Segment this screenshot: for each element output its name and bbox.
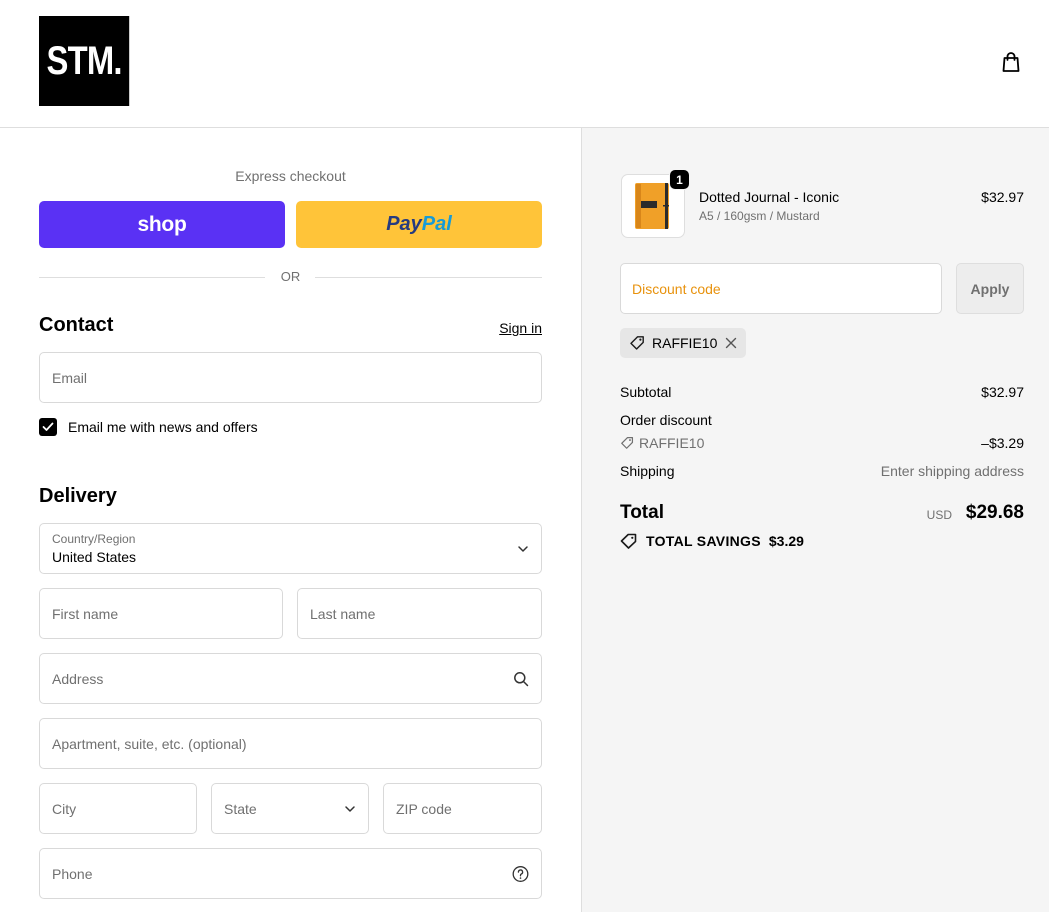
applied-code-label: RAFFIE10 — [652, 335, 718, 351]
last-name-field[interactable]: Last name — [297, 588, 542, 639]
order-summary-column: 1 Dotted Journal - Iconic A5 / 160gsm / … — [581, 128, 1049, 912]
total-value: $29.68 — [965, 502, 1024, 523]
cart-button[interactable] — [998, 49, 1024, 75]
applied-discount-tag: RAFFIE10 — [620, 328, 747, 358]
phone-placeholder: Phone — [52, 865, 93, 882]
discount-code-label: RAFFIE10 — [639, 435, 705, 451]
first-name-field[interactable]: First name — [39, 588, 283, 639]
checkmark-icon — [42, 422, 54, 431]
state-select[interactable]: State — [211, 783, 369, 834]
discount-value: –$3.29 — [981, 435, 1024, 451]
order-discount-row: Order discount — [620, 412, 1024, 428]
zip-field[interactable]: ZIP code — [383, 783, 542, 834]
chevron-down-icon — [517, 545, 529, 553]
contact-title: Contact — [39, 314, 114, 336]
email-field[interactable]: Email — [39, 352, 542, 403]
subtotal-row: Subtotal $32.97 — [620, 384, 1024, 400]
chevron-down-icon — [344, 805, 356, 813]
state-placeholder: State — [224, 800, 257, 817]
search-icon[interactable] — [513, 671, 529, 687]
subtotal-value: $32.97 — [981, 384, 1024, 400]
sign-in-link[interactable]: Sign in — [470, 320, 542, 336]
shop-pay-button[interactable]: shop — [39, 201, 285, 248]
tag-icon — [630, 336, 644, 350]
shopping-bag-icon — [1002, 52, 1020, 72]
city-placeholder: City — [52, 800, 77, 817]
total-savings-label: TOTAL SAVINGS — [646, 533, 761, 549]
express-checkout-title: Express checkout — [235, 168, 346, 184]
total-row: Total USD $29.68 — [620, 500, 1024, 528]
address-placeholder: Address — [52, 670, 104, 687]
shipping-label: Shipping — [620, 463, 675, 479]
product-name: Dotted Journal - Iconic — [699, 189, 840, 205]
store-logo[interactable]: STM. — [39, 16, 130, 106]
close-icon[interactable] — [725, 337, 737, 349]
phone-field[interactable]: Phone — [39, 848, 542, 899]
tag-icon — [621, 436, 634, 449]
paypal-button[interactable]: Pay Pal — [296, 201, 542, 248]
newsletter-checkbox-row[interactable]: Email me with news and offers — [39, 418, 258, 436]
apply-discount-button[interactable]: Apply — [956, 263, 1024, 314]
total-label: Total — [620, 502, 664, 523]
total-currency: USD — [926, 508, 952, 522]
shop-pay-label: shop — [137, 212, 187, 236]
apartment-placeholder: Apartment, suite, etc. (optional) — [52, 735, 247, 752]
header: STM. — [0, 0, 1049, 128]
delivery-title: Delivery — [39, 485, 117, 507]
product-variant: A5 / 160gsm / Mustard — [699, 209, 820, 223]
discount-placeholder: Discount code — [632, 280, 721, 297]
total-savings-row: TOTAL SAVINGS $3.29 — [620, 533, 804, 549]
checkout-form-column: Express checkout shop Pay Pal OR Contact … — [0, 128, 581, 912]
address-field[interactable]: Address — [39, 653, 542, 704]
last-name-placeholder: Last name — [310, 605, 376, 622]
newsletter-label: Email me with news and offers — [68, 419, 258, 435]
apartment-field[interactable]: Apartment, suite, etc. (optional) — [39, 718, 542, 769]
shipping-row: Shipping Enter shipping address — [620, 463, 1024, 479]
country-select[interactable]: Country/Region United States — [39, 523, 542, 574]
discount-code-input[interactable]: Discount code — [620, 263, 942, 314]
newsletter-checkbox[interactable] — [39, 418, 57, 436]
discount-code-row: RAFFIE10 –$3.29 — [620, 435, 1024, 453]
paypal-label-part1: Pay — [386, 213, 422, 235]
country-value: United States — [52, 549, 137, 565]
help-icon[interactable] — [512, 865, 529, 882]
product-price: $32.97 — [981, 189, 1024, 205]
paypal-label-part2: Pal — [421, 213, 452, 235]
city-field[interactable]: City — [39, 783, 197, 834]
total-savings-value: $3.29 — [768, 533, 804, 549]
quantity-badge: 1 — [669, 169, 690, 190]
country-label: Country/Region — [52, 532, 136, 546]
zip-placeholder: ZIP code — [396, 800, 452, 817]
checkout-page: STM. Express checkout shop Pay Pal OR Con… — [0, 0, 1049, 912]
or-label: OR — [280, 269, 301, 284]
or-divider: OR — [39, 269, 542, 285]
email-placeholder: Email — [52, 369, 88, 386]
subtotal-label: Subtotal — [620, 384, 672, 400]
savings-tag-icon — [620, 533, 637, 549]
order-discount-label: Order discount — [620, 412, 712, 428]
first-name-placeholder: First name — [52, 605, 119, 622]
shipping-value: Enter shipping address — [880, 463, 1024, 479]
